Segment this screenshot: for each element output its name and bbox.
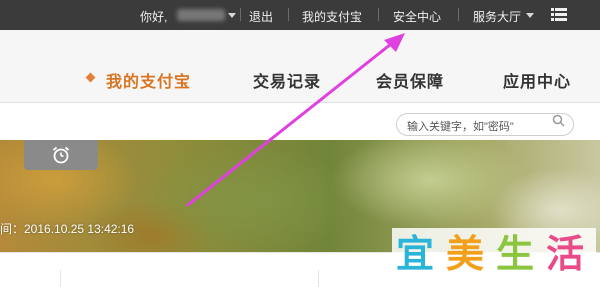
separator	[458, 8, 459, 21]
search-strip: 输入关键字，如"密码"	[0, 103, 600, 140]
last-login-time: 间：2016.10.25 13:42:16	[0, 222, 135, 236]
search-input[interactable]: 输入关键字，如"密码"	[396, 113, 574, 136]
nav-item-app-center[interactable]: 应用中心	[503, 68, 571, 92]
logout-link[interactable]: 退出	[249, 8, 273, 25]
watermark-char: 活	[546, 232, 585, 276]
blurred-username	[177, 9, 225, 21]
watermark-char: 宜	[396, 232, 435, 276]
nav-item-member-protection[interactable]: 会员保障	[376, 68, 444, 92]
column-divider	[60, 270, 61, 287]
service-hall-caret-icon[interactable]	[526, 13, 534, 18]
watermark-char: 生	[496, 232, 535, 276]
nav-item-transactions[interactable]: 交易记录	[253, 68, 321, 92]
nav-item-my-alipay[interactable]: 我的支付宝	[106, 68, 191, 92]
list-menu-icon[interactable]	[551, 8, 567, 21]
separator	[288, 8, 289, 21]
user-caret-icon[interactable]	[228, 13, 236, 18]
service-hall-link[interactable]: 服务大厅	[473, 8, 521, 25]
watermark-char: 美	[446, 232, 485, 276]
column-divider	[318, 270, 319, 287]
greeting-text: 你好,	[140, 10, 168, 24]
my-alipay-link[interactable]: 我的支付宝	[302, 8, 362, 25]
top-bar: 你好, 退出 我的支付宝 安全中心 服务大厅	[0, 0, 600, 30]
search-icon[interactable]	[552, 114, 565, 127]
alarm-clock-icon	[52, 146, 70, 164]
main-nav: 我的支付宝 交易记录 会员保障 应用中心	[0, 30, 600, 103]
separator	[240, 8, 241, 21]
separator	[378, 8, 379, 21]
security-center-link[interactable]: 安全中心	[393, 8, 441, 25]
active-diamond-icon	[85, 72, 96, 83]
